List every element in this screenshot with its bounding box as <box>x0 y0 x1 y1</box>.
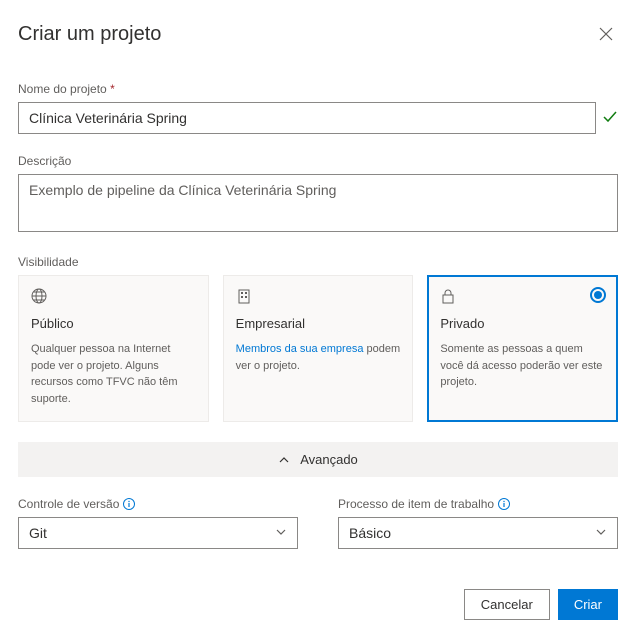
visibility-private-card[interactable]: Privado Somente as pessoas a quem você d… <box>427 275 618 422</box>
visibility-group: Visibilidade Público Qualquer pessoa na … <box>18 255 618 422</box>
work-item-col: Processo de item de trabalho Básico <box>338 497 618 549</box>
info-icon[interactable] <box>123 498 135 510</box>
visibility-enterprise-card[interactable]: Empresarial Membros da sua empresa podem… <box>223 275 414 422</box>
description-label: Descrição <box>18 154 618 168</box>
advanced-toggle[interactable]: Avançado <box>18 442 618 477</box>
work-item-label-text: Processo de item de trabalho <box>338 497 494 511</box>
dialog-footer: Cancelar Criar <box>464 589 618 620</box>
radio-selected-icon <box>590 287 606 303</box>
project-name-input[interactable] <box>18 102 596 134</box>
version-control-label-text: Controle de versão <box>18 497 119 511</box>
project-name-group: Nome do projeto * <box>18 82 618 134</box>
check-icon <box>602 109 618 128</box>
required-asterisk: * <box>110 82 115 96</box>
description-input[interactable]: Exemplo de pipeline da Clínica Veterinár… <box>18 174 618 232</box>
globe-icon <box>31 288 196 306</box>
visibility-enterprise-link[interactable]: Membros da sua empresa <box>236 343 364 355</box>
chevron-up-icon <box>278 454 290 466</box>
work-item-label: Processo de item de trabalho <box>338 497 618 511</box>
advanced-row: Controle de versão Git Processo de item … <box>18 497 618 549</box>
visibility-private-desc: Somente as pessoas a quem você dá acesso… <box>440 341 605 391</box>
chevron-down-icon <box>595 525 607 541</box>
work-item-select[interactable]: Básico <box>338 517 618 549</box>
project-name-input-row <box>18 102 618 134</box>
visibility-public-title: Público <box>31 316 196 331</box>
description-group: Descrição Exemplo de pipeline da Clínica… <box>18 154 618 235</box>
version-control-value: Git <box>29 525 47 541</box>
cancel-button[interactable]: Cancelar <box>464 589 550 620</box>
version-control-select[interactable]: Git <box>18 517 298 549</box>
advanced-label: Avançado <box>300 452 358 467</box>
building-icon <box>236 288 401 306</box>
project-name-label: Nome do projeto * <box>18 82 618 96</box>
visibility-enterprise-desc: Membros da sua empresa podem ver o proje… <box>236 341 401 374</box>
work-item-value: Básico <box>349 525 391 541</box>
visibility-enterprise-title: Empresarial <box>236 316 401 331</box>
close-button[interactable] <box>594 22 618 46</box>
chevron-down-icon <box>275 525 287 541</box>
visibility-options: Público Qualquer pessoa na Internet pode… <box>18 275 618 422</box>
version-control-label: Controle de versão <box>18 497 298 511</box>
dialog-title: Criar um projeto <box>18 23 161 46</box>
info-icon[interactable] <box>498 498 510 510</box>
visibility-public-card[interactable]: Público Qualquer pessoa na Internet pode… <box>18 275 209 422</box>
create-button[interactable]: Criar <box>558 589 618 620</box>
project-name-label-text: Nome do projeto <box>18 82 107 96</box>
dialog-header: Criar um projeto <box>18 22 618 46</box>
visibility-private-title: Privado <box>440 316 605 331</box>
lock-icon <box>440 288 605 306</box>
visibility-label: Visibilidade <box>18 255 618 269</box>
version-control-col: Controle de versão Git <box>18 497 298 549</box>
close-icon <box>599 27 613 41</box>
visibility-public-desc: Qualquer pessoa na Internet pode ver o p… <box>31 341 196 407</box>
